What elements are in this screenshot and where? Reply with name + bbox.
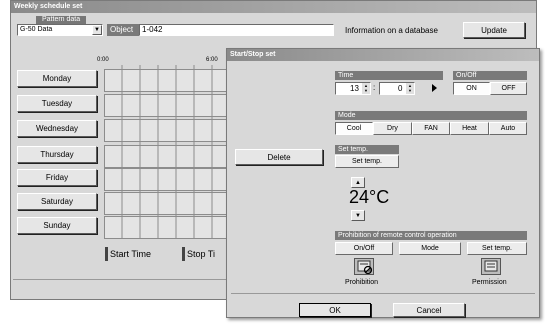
window-title: Weekly schedule set bbox=[11, 1, 536, 13]
prohibit-mode-button[interactable]: Mode bbox=[399, 242, 461, 255]
temperature-value: 24°C bbox=[349, 187, 390, 207]
prohibition-icon[interactable] bbox=[354, 258, 374, 275]
day-button-wednesday[interactable]: Wednesday bbox=[17, 120, 97, 137]
day-button-thursday[interactable]: Thursday bbox=[17, 146, 97, 163]
settemp-button[interactable]: Set temp. bbox=[335, 155, 399, 168]
start-time-legend: Start Time bbox=[110, 249, 152, 259]
onoff-group-header: On/Off bbox=[453, 71, 527, 80]
schedule-grid[interactable] bbox=[104, 65, 229, 239]
mode-group-header: Mode bbox=[335, 111, 527, 120]
info-database-label: Information on a database bbox=[345, 26, 438, 35]
mode-fan-button[interactable]: FAN bbox=[412, 122, 450, 135]
play-arrow-icon bbox=[432, 84, 437, 92]
day-button-saturday[interactable]: Saturday bbox=[17, 193, 97, 210]
dialog-title: Start/Stop set bbox=[227, 49, 539, 61]
object-label: Object bbox=[107, 24, 139, 36]
spinner-arrows-icon[interactable]: ▲ ▼ bbox=[406, 83, 414, 94]
hour-value: 13 bbox=[350, 84, 359, 93]
remote-permitted-icon bbox=[484, 260, 498, 272]
prohibition-group-header: Prohibition of remote control operation bbox=[335, 231, 527, 240]
pattern-data-select[interactable]: G-50 Data ▼ bbox=[17, 24, 103, 36]
update-button[interactable]: Update bbox=[463, 22, 525, 38]
on-button[interactable]: ON bbox=[453, 82, 490, 95]
day-button-monday[interactable]: Monday bbox=[17, 70, 97, 87]
start-time-marker bbox=[105, 247, 108, 261]
prohibition-label: Prohibition bbox=[345, 279, 379, 286]
time-tick: 6:00 bbox=[206, 57, 218, 63]
off-button[interactable]: OFF bbox=[490, 82, 527, 95]
minute-value: 0 bbox=[398, 84, 403, 93]
object-field[interactable]: 1-042 bbox=[139, 24, 334, 36]
stop-time-marker bbox=[182, 247, 185, 261]
ok-button[interactable]: OK bbox=[299, 303, 371, 317]
stop-time-legend: Stop Ti bbox=[187, 249, 216, 259]
cancel-button[interactable]: Cancel bbox=[393, 303, 465, 317]
permission-icon[interactable] bbox=[481, 258, 501, 275]
prohibit-settemp-button[interactable]: Set temp. bbox=[467, 242, 527, 255]
chevron-down-icon[interactable]: ▼ bbox=[92, 25, 102, 35]
permission-label: Permission bbox=[472, 279, 507, 286]
temp-down-button[interactable]: ▼ bbox=[351, 210, 365, 221]
delete-button[interactable]: Delete bbox=[235, 149, 323, 165]
remote-prohibited-icon bbox=[357, 260, 373, 275]
settemp-group-header: Set temp. bbox=[335, 145, 399, 154]
time-separator: : bbox=[373, 83, 376, 92]
mode-auto-button[interactable]: Auto bbox=[489, 122, 527, 135]
schedule-grid-lines bbox=[104, 65, 229, 239]
day-button-sunday[interactable]: Sunday bbox=[17, 217, 97, 234]
dialog-separator bbox=[231, 293, 535, 294]
day-button-tuesday[interactable]: Tuesday bbox=[17, 95, 97, 112]
time-tick: 0:00 bbox=[97, 57, 109, 63]
mode-dry-button[interactable]: Dry bbox=[373, 122, 412, 135]
spinner-arrows-icon[interactable]: ▲ ▼ bbox=[362, 83, 370, 94]
prohibit-onoff-button[interactable]: On/Off bbox=[335, 242, 393, 255]
day-button-friday[interactable]: Friday bbox=[17, 169, 97, 186]
mode-cool-button[interactable]: Cool bbox=[335, 122, 373, 135]
hour-stepper[interactable]: 13 ▲ ▼ bbox=[335, 82, 371, 95]
pattern-data-label: Pattern data bbox=[36, 16, 87, 24]
start-stop-dialog: Start/Stop set Delete Time 13 ▲ ▼ : 0 ▲ ▼ … bbox=[226, 48, 540, 318]
minute-stepper[interactable]: 0 ▲ ▼ bbox=[379, 82, 415, 95]
time-group-header: Time bbox=[335, 71, 443, 80]
mode-heat-button[interactable]: Heat bbox=[450, 122, 489, 135]
pattern-data-value: G-50 Data bbox=[20, 26, 53, 33]
